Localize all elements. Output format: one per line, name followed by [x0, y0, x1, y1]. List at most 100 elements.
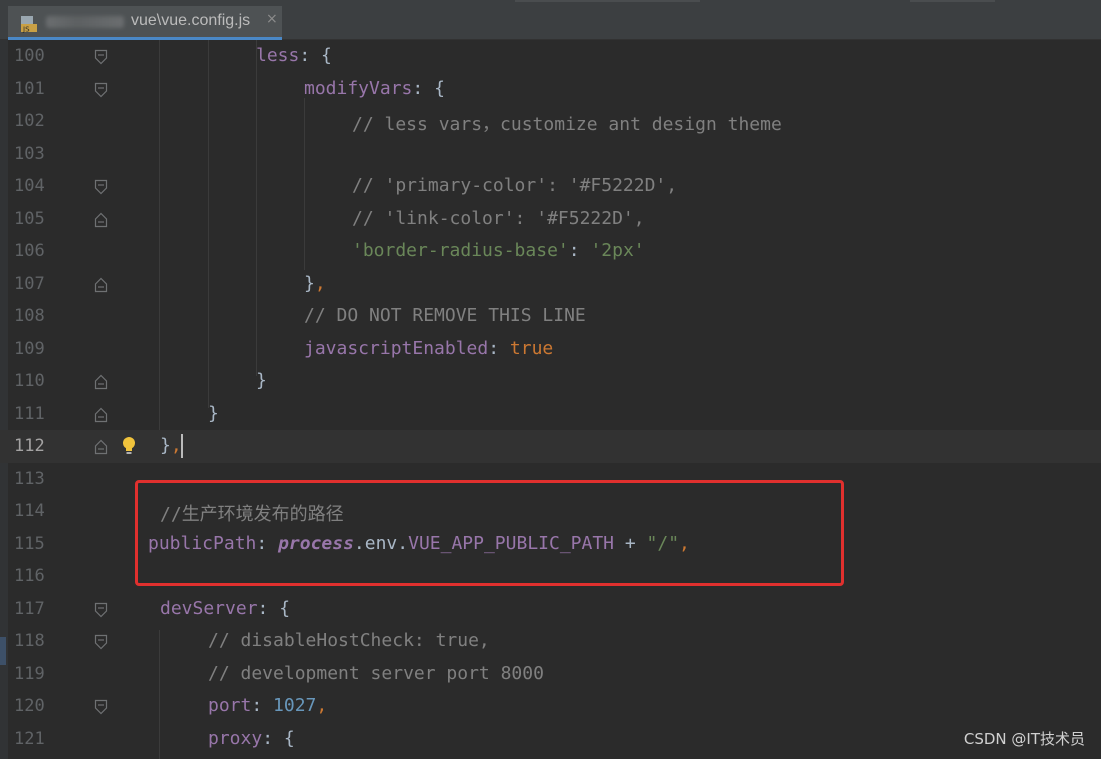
line-number: 101: [14, 78, 45, 99]
code-text: 'border-radius-base': '2px': [352, 240, 645, 261]
watermark: CSDN @IT技术员: [963, 730, 1085, 748]
line-number: 119: [14, 663, 45, 684]
code-line[interactable]: 120 port: 1027,: [0, 690, 1101, 723]
code-token: true: [509, 337, 554, 359]
fold-collapse-icon[interactable]: [94, 82, 108, 98]
line-number: 105: [14, 208, 45, 229]
line-number: 115: [14, 533, 45, 554]
code-text: less: {: [256, 45, 332, 66]
line-number: 102: [14, 111, 45, 131]
line-number: 111: [14, 403, 45, 424]
line-number: 116: [14, 566, 45, 586]
code-token: // disableHostCheck: true,: [208, 630, 490, 651]
code-text: // 'link-color': '#F5222D',: [352, 208, 645, 229]
code-line[interactable]: 100 less: {: [0, 40, 1101, 73]
code-text: // development server port 8000: [208, 663, 544, 684]
code-token: :: [262, 727, 284, 749]
fold-collapse-icon[interactable]: [94, 179, 108, 195]
code-line[interactable]: 121 proxy: {: [0, 723, 1101, 756]
fold-end-icon[interactable]: [94, 374, 108, 390]
code-token: '2px': [590, 240, 645, 261]
code-line[interactable]: 105 // 'link-color': '#F5222D',: [0, 203, 1101, 236]
code-text: // DO NOT REMOVE THIS LINE: [304, 305, 586, 326]
line-number: 106: [14, 241, 45, 261]
code-token: :: [568, 240, 591, 261]
code-token: port: [208, 695, 252, 716]
code-text: devServer: {: [160, 598, 290, 619]
code-line[interactable]: 110}: [0, 365, 1101, 398]
code-token: devServer: [160, 597, 258, 619]
code-text: // disableHostCheck: true,: [208, 630, 490, 651]
code-token: javascriptEnabled: [304, 337, 489, 359]
fold-end-icon[interactable]: [94, 407, 108, 423]
code-token: {: [434, 77, 445, 99]
code-text: }: [208, 403, 219, 424]
fold-end-icon[interactable]: [94, 212, 108, 228]
fold-end-icon[interactable]: [94, 439, 108, 455]
line-number: 108: [14, 306, 45, 326]
fold-collapse-icon[interactable]: [94, 49, 108, 65]
lightbulb-icon[interactable]: [120, 435, 138, 457]
line-number: 121: [14, 728, 45, 749]
line-number: 113: [14, 468, 45, 489]
code-line[interactable]: 108 // DO NOT REMOVE THIS LINE: [0, 300, 1101, 333]
tab-bar-divider: [515, 0, 700, 2]
code-token: {: [321, 45, 332, 66]
code-token: ,: [316, 695, 328, 716]
code-text: },: [160, 435, 182, 456]
annotation-highlight-box: [135, 480, 844, 586]
code-token: // 'primary-color': '#F5222D',: [352, 175, 678, 196]
text-caret: [181, 434, 183, 458]
code-token: {: [283, 727, 295, 749]
tab-bar-divider: [910, 0, 995, 2]
code-token: proxy: [208, 727, 263, 749]
tab-title: vue\vue.config.js: [131, 12, 251, 29]
line-number: 104: [14, 176, 45, 196]
close-tab-icon[interactable]: ×: [266, 11, 278, 27]
line-number: 110: [14, 371, 45, 391]
fold-collapse-icon[interactable]: [94, 634, 108, 650]
code-line[interactable]: 111}: [0, 398, 1101, 431]
line-number: 107: [14, 273, 45, 294]
line-number: 112: [14, 436, 45, 456]
code-token: }: [160, 435, 171, 456]
code-line[interactable]: 106 'border-radius-base': '2px': [0, 235, 1101, 268]
fold-end-icon[interactable]: [94, 277, 108, 293]
fold-collapse-icon[interactable]: [94, 602, 108, 618]
code-token: }: [208, 402, 219, 424]
fold-collapse-icon[interactable]: [94, 699, 108, 715]
code-text: proxy: {: [208, 728, 295, 749]
code-token: 1027: [273, 695, 317, 716]
code-line[interactable]: 109 javascriptEnabled: true: [0, 333, 1101, 366]
code-line[interactable]: 117 devServer: {: [0, 593, 1101, 626]
line-number: 117: [14, 598, 45, 619]
code-line[interactable]: 119 // development server port 8000: [0, 658, 1101, 691]
code-line[interactable]: 112},: [0, 430, 1101, 463]
code-token: // 'link-color': '#F5222D',: [352, 207, 645, 229]
svg-text:JS: JS: [22, 26, 30, 34]
code-token: :: [488, 337, 510, 359]
code-text: // 'primary-color': '#F5222D',: [352, 175, 677, 196]
line-number: 103: [14, 143, 45, 164]
code-line[interactable]: 118 // disableHostCheck: true,: [0, 625, 1101, 658]
code-text: }: [256, 370, 267, 391]
code-token: modifyVars: [304, 77, 413, 99]
line-number: 118: [14, 631, 45, 651]
code-token: :: [251, 695, 274, 716]
code-line[interactable]: 103: [0, 138, 1101, 171]
code-token: ,: [314, 272, 326, 294]
code-token: 'border-radius-base': [352, 240, 569, 261]
line-number: 114: [14, 501, 45, 521]
code-token: }: [304, 272, 315, 294]
code-token: :: [257, 597, 280, 619]
code-line[interactable]: 101 modifyVars: {: [0, 73, 1101, 106]
editor-tab-vue-config[interactable]: JS vue\vue.config.js ×: [8, 6, 282, 40]
code-editor[interactable]: 100 less: { 101 modifyVars: {102 // less var…: [0, 40, 1101, 759]
line-number: 120: [14, 696, 45, 716]
code-line[interactable]: 102 // less vars，customize ant design the…: [0, 105, 1101, 138]
code-line[interactable]: 104 // 'primary-color': '#F5222D',: [0, 170, 1101, 203]
code-text: javascriptEnabled: true: [304, 338, 553, 359]
line-number: 109: [14, 338, 45, 359]
code-token: // less vars，customize ant design theme: [352, 114, 782, 135]
code-line[interactable]: 107},: [0, 268, 1101, 301]
